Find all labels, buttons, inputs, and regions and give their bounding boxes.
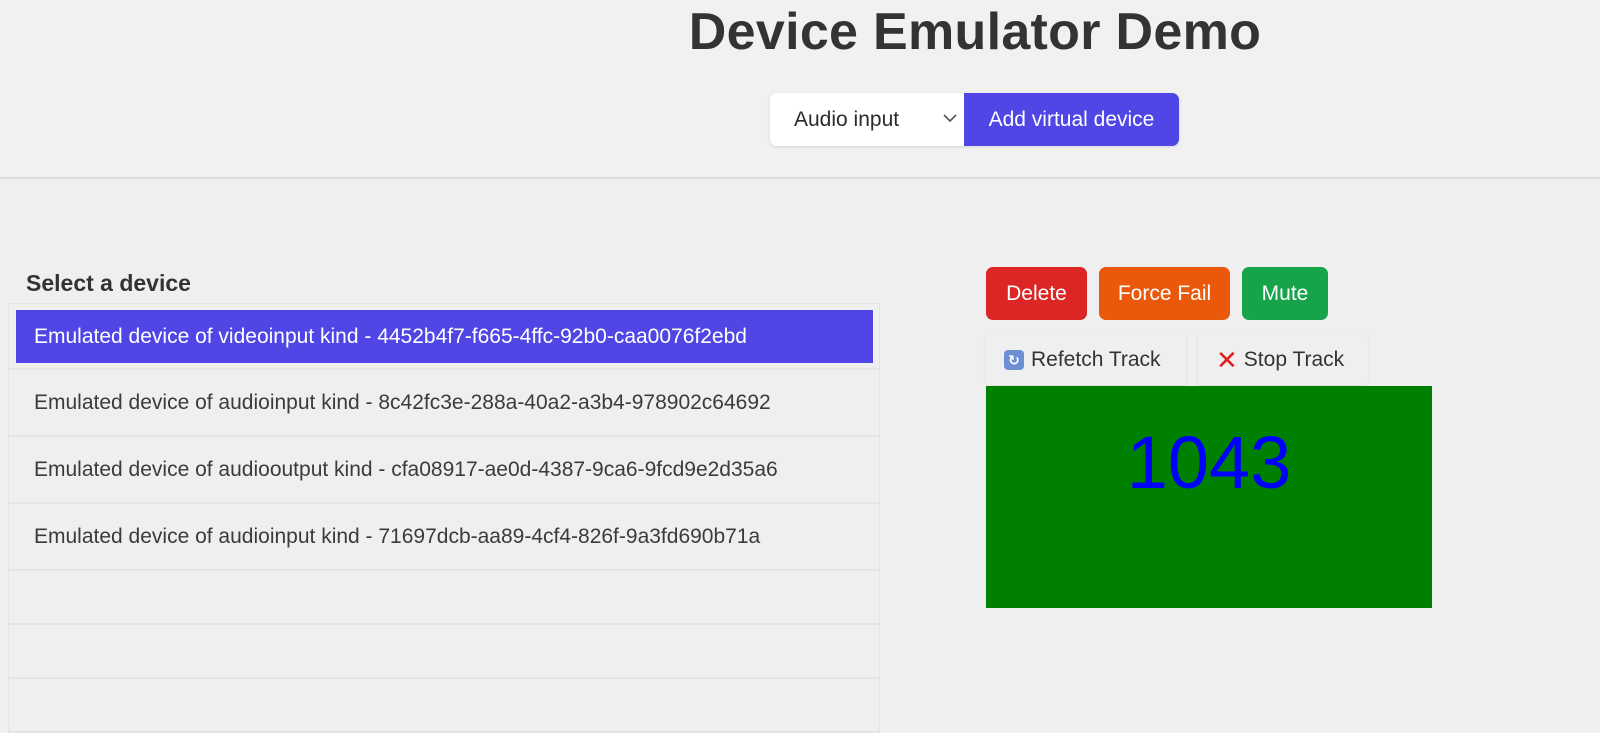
frame-counter: 1043	[1126, 421, 1292, 504]
device-item-selected[interactable]: Emulated device of videoinput kind - 445…	[16, 310, 873, 363]
device-item-label: Emulated device of audioinput kind - 8c4…	[34, 390, 771, 414]
stop-track-label: Stop Track	[1243, 348, 1345, 371]
add-virtual-device-button[interactable]: Add virtual device	[964, 93, 1179, 146]
device-list: Emulated device of videoinput kind - 445…	[8, 303, 880, 733]
device-actions: Delete Force Fail Mute	[986, 267, 1328, 320]
device-item[interactable]: Emulated device of audioinput kind - 716…	[9, 504, 879, 571]
empty-list-row	[9, 679, 879, 733]
delete-button[interactable]: Delete	[986, 267, 1087, 320]
device-type-select-value: Audio input	[794, 107, 900, 131]
empty-list-row	[9, 625, 879, 679]
stop-icon: ✕	[1216, 345, 1238, 375]
refetch-track-label: Refetch Track	[1031, 348, 1161, 371]
device-item-label: Emulated device of audioinput kind - 716…	[34, 524, 761, 548]
force-fail-button[interactable]: Force Fail	[1099, 267, 1230, 320]
stop-track-button[interactable]: ✕ Stop Track	[1198, 335, 1368, 385]
device-list-heading: Select a device	[26, 270, 191, 296]
device-item-label: Emulated device of videoinput kind - 445…	[34, 324, 747, 348]
device-type-select[interactable]: Audio input	[770, 93, 964, 146]
mute-button[interactable]: Mute	[1242, 267, 1328, 320]
page-title: Device Emulator Demo	[688, 3, 1262, 61]
list-divider	[9, 363, 879, 370]
device-item[interactable]: Emulated device of audioinput kind - 8c4…	[9, 370, 879, 437]
track-actions: ↻ Refetch Track ✕ Stop Track	[986, 335, 1368, 385]
chevron-down-icon	[943, 114, 957, 123]
add-device-controls: Audio input Add virtual device	[770, 93, 1179, 146]
device-item[interactable]: Emulated device of audiooutput kind - cf…	[9, 437, 879, 504]
device-item-label: Emulated device of audiooutput kind - cf…	[34, 457, 778, 481]
page-header: Device Emulator Demo Audio input Add vir…	[0, 0, 1600, 179]
refetch-track-button[interactable]: ↻ Refetch Track	[986, 335, 1186, 385]
refetch-icon: ↻	[1004, 350, 1024, 370]
video-preview: 1043	[986, 386, 1432, 608]
empty-list-row	[9, 571, 879, 625]
